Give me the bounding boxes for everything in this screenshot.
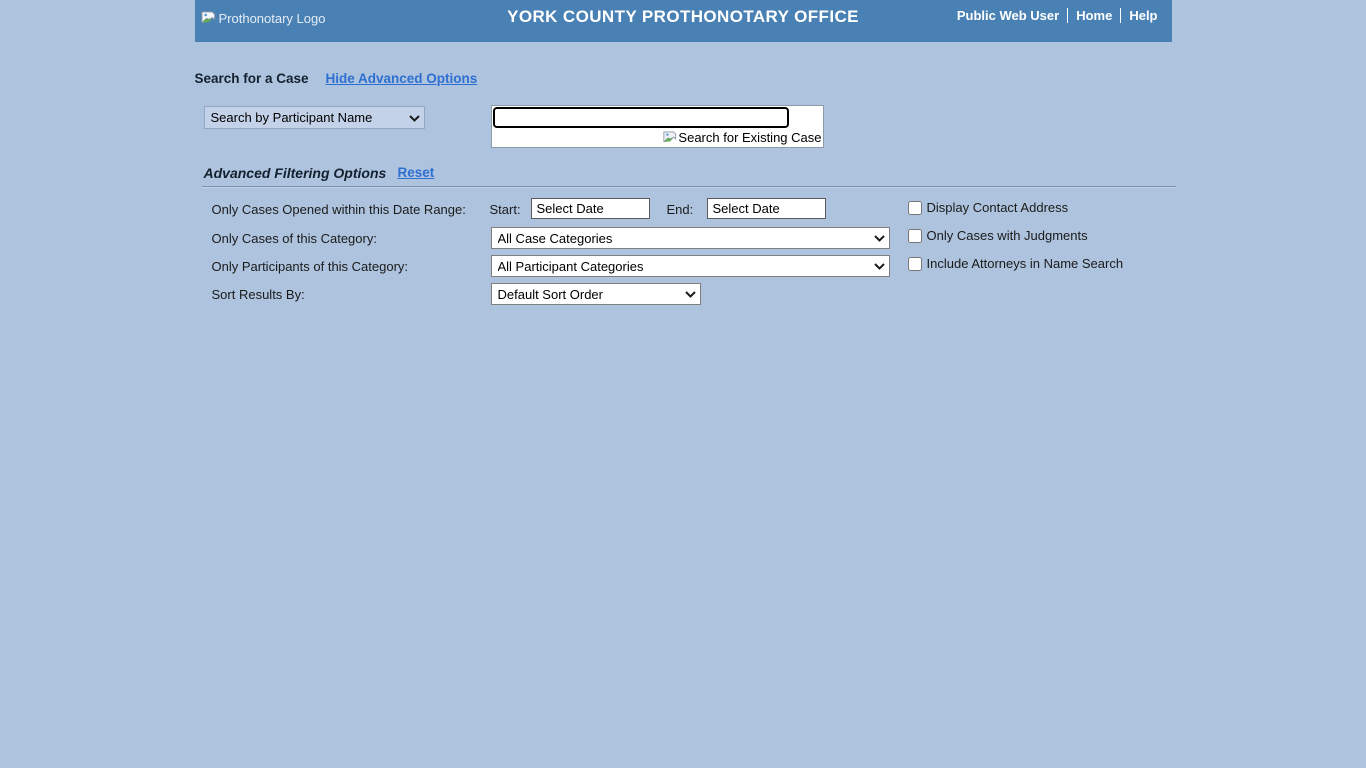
participant-category-selected-value: All Participant Categories [498,259,870,274]
chevron-down-icon [685,290,696,298]
include-attorneys-label: Include Attorneys in Name Search [927,256,1124,271]
section-divider [202,186,1176,188]
search-section-title: Search for a Case [195,71,309,86]
nav-help[interactable]: Help [1121,8,1165,23]
checkbox-row-display-contact-address: Display Contact Address [908,200,1069,215]
page: Prothonotary Logo YORK COUNTY PROTHONOTA… [195,0,1172,768]
sort-results-label: Sort Results By: [212,287,305,302]
prothonotary-logo: Prothonotary Logo [201,11,326,26]
chevron-down-icon [409,114,420,122]
search-type-selected-value: Search by Participant Name [211,110,405,125]
checkbox-row-only-cases-with-judgments: Only Cases with Judgments [908,228,1088,243]
checkbox-row-include-attorneys: Include Attorneys in Name Search [908,256,1124,271]
nav-home[interactable]: Home [1068,8,1120,23]
search-box: Search for Existing Case [491,105,824,148]
participant-category-select[interactable]: All Participant Categories [491,255,890,277]
reset-link[interactable]: Reset [398,165,435,180]
chevron-down-icon [874,234,885,242]
header-bar: Prothonotary Logo YORK COUNTY PROTHONOTA… [195,0,1172,42]
hide-advanced-options-link[interactable]: Hide Advanced Options [326,71,478,86]
nav-public-web-user[interactable]: Public Web User [949,8,1067,23]
advanced-filtering-title: Advanced Filtering Options [204,165,387,181]
only-cases-with-judgments-label: Only Cases with Judgments [927,228,1088,243]
start-label: Start: [490,202,521,217]
header-nav: Public Web User Home Help [949,8,1166,23]
end-label: End: [667,202,694,217]
only-cases-with-judgments-checkbox[interactable] [908,229,922,243]
sort-order-selected-value: Default Sort Order [498,287,681,302]
chevron-down-icon [874,262,885,270]
case-category-selected-value: All Case Categories [498,231,870,246]
search-button-alt-text: Search for Existing Case [678,130,821,145]
search-type-select[interactable]: Search by Participant Name [204,106,425,129]
search-input[interactable] [493,107,789,128]
case-category-select[interactable]: All Case Categories [491,227,890,249]
logo-alt-text: Prothonotary Logo [219,11,326,26]
include-attorneys-checkbox[interactable] [908,257,922,271]
broken-image-icon [201,11,216,26]
search-for-existing-case-button[interactable]: Search for Existing Case [663,130,821,145]
start-date-input[interactable] [531,198,650,219]
date-range-label: Only Cases Opened within this Date Range… [212,202,466,217]
case-category-label: Only Cases of this Category: [212,231,377,246]
broken-image-icon [663,131,677,145]
end-date-input[interactable] [707,198,826,219]
display-contact-address-checkbox[interactable] [908,201,922,215]
display-contact-address-label: Display Contact Address [927,200,1069,215]
participant-category-label: Only Participants of this Category: [212,259,409,274]
sort-order-select[interactable]: Default Sort Order [491,283,701,305]
